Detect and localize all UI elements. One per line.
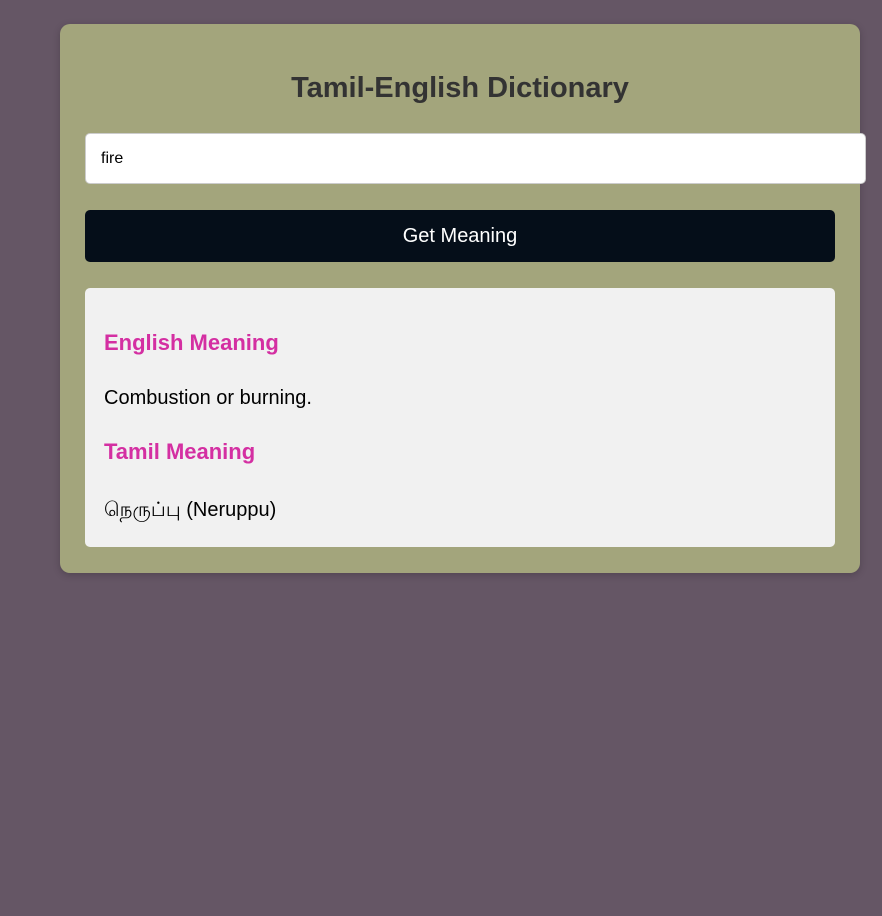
english-meaning-heading: English Meaning <box>104 330 279 355</box>
page-title: Tamil-English Dictionary <box>291 72 629 104</box>
word-input[interactable] <box>85 133 866 184</box>
dictionary-card: Tamil-English Dictionary Get Meaning Eng… <box>60 24 866 573</box>
tamil-meaning-heading: Tamil Meaning <box>104 439 256 464</box>
tamil-meaning-text: நெருப்பு (Neruppu) <box>104 499 277 521</box>
get-meaning-button[interactable]: Get Meaning <box>85 210 835 262</box>
english-meaning-text: Combustion or burning. <box>104 387 312 409</box>
result-panel: English Meaning Combustion or burning. T… <box>85 288 835 547</box>
